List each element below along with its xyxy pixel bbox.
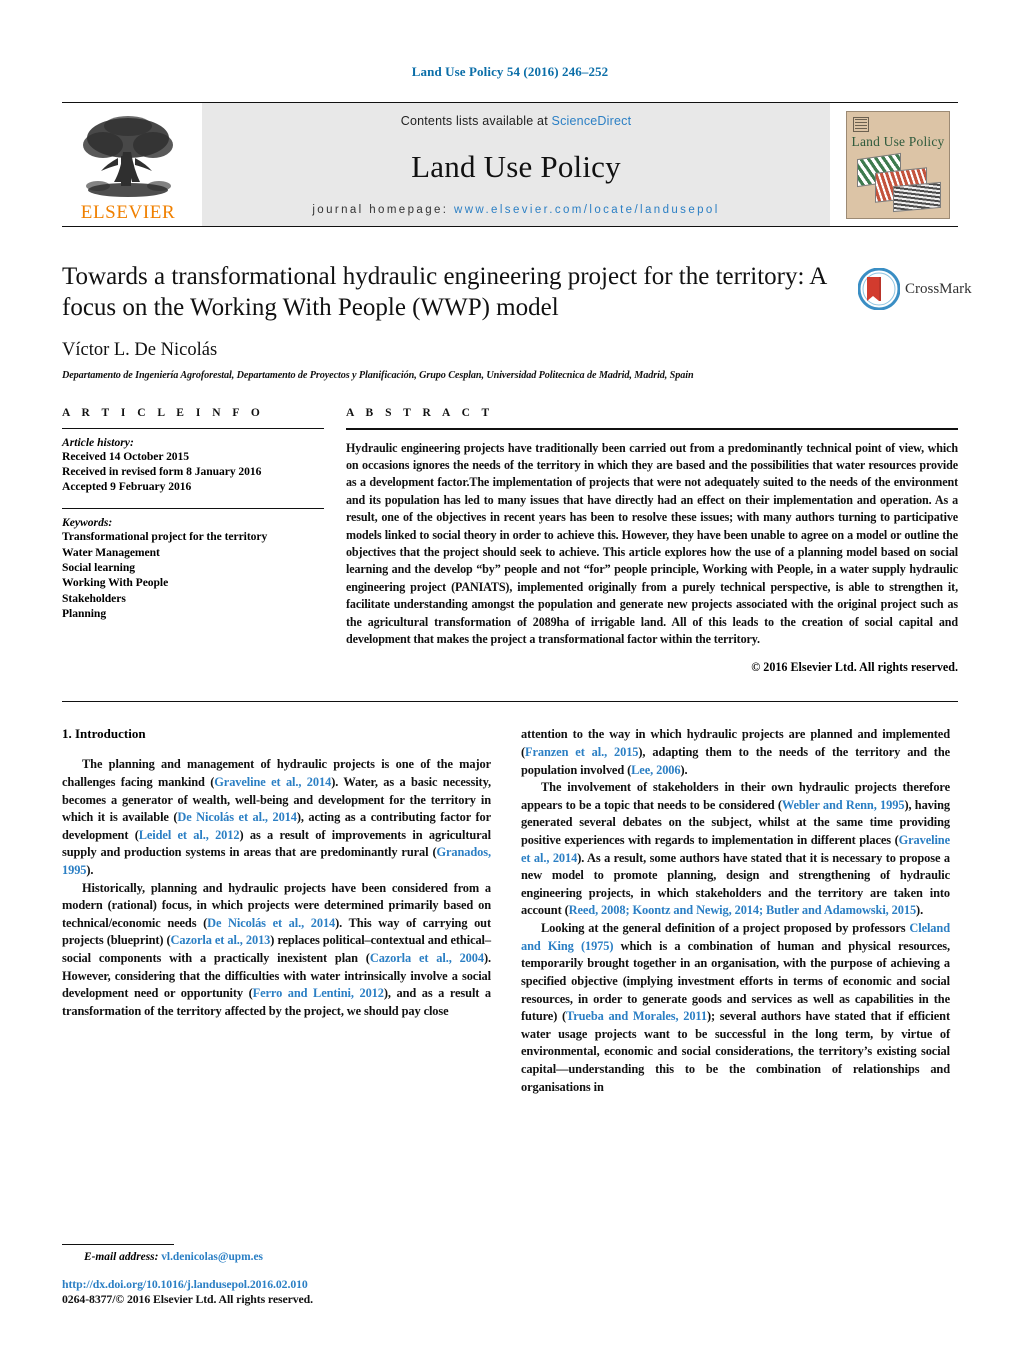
citation-link[interactable]: Cazorla et al., 2004 (370, 951, 484, 965)
journal-header-band: ELSEVIER Contents lists available at Sci… (62, 102, 958, 227)
body-column-right: attention to the way in which hydraulic … (521, 726, 950, 1096)
citation-link[interactable]: Lee, 2006 (631, 763, 680, 777)
journal-center-panel: Contents lists available at ScienceDirec… (202, 103, 830, 226)
journal-title: Land Use Policy (411, 148, 621, 184)
abstract-column: A B S T R A C T Hydraulic engineering pr… (346, 407, 958, 676)
citation-link[interactable]: Graveline et al., 2014 (214, 775, 331, 789)
footnote-rule (62, 1244, 174, 1245)
citation-link[interactable]: Webler and Renn, 1995 (782, 798, 905, 812)
elsevier-tree-icon (73, 112, 183, 204)
keywords-divider (62, 508, 324, 510)
paragraph-text: ). (86, 863, 94, 878)
keyword-item: Stakeholders (62, 591, 126, 605)
paragraph: attention to the way in which hydraulic … (521, 726, 950, 779)
journal-cover-thumbnail: Land Use Policy (838, 103, 958, 226)
article-history-item: Received in revised form 8 January 2016 (62, 464, 262, 478)
cover-publisher-mark-icon (853, 116, 869, 132)
abstract-copyright: © 2016 Elsevier Ltd. All rights reserved… (751, 660, 958, 675)
citation-link[interactable]: Reed, 2008; Koontz and Newig, 2014; Butl… (569, 903, 917, 917)
elsevier-wordmark: ELSEVIER (80, 202, 176, 223)
email-link[interactable]: vl.denicolas@upm.es (161, 1251, 263, 1263)
citation-link[interactable]: Trueba and Morales, 2011 (566, 1009, 707, 1023)
paragraph-text: Looking at the general definition of a p… (541, 921, 910, 936)
page-title: Towards a transformational hydraulic eng… (62, 263, 826, 322)
body-column-left: 1. Introduction The planning and managem… (62, 726, 491, 1096)
keyword-item: Social learning (62, 560, 136, 574)
citation-link[interactable]: Leidel et al., 2012 (139, 828, 240, 842)
article-info-heading: A R T I C L E I N F O (62, 406, 265, 419)
article-page: Land Use Policy 54 (2016) 246–252 ELSEVI… (0, 0, 1020, 1351)
author-list: Víctor L. De Nicolás (62, 339, 218, 360)
elsevier-logo: ELSEVIER (62, 103, 194, 226)
paragraph-text: ). (916, 903, 924, 918)
crossmark-badge[interactable]: CrossMark (857, 263, 972, 315)
info-abstract-section: A R T I C L E I N F O Article history: R… (62, 407, 958, 676)
homepage-prefix: journal homepage: (312, 204, 454, 216)
affiliation: Departamento de Ingeniería Agroforestal,… (62, 369, 694, 381)
paragraph: The involvement of stakeholders in their… (521, 779, 950, 920)
homepage-link[interactable]: www.elsevier.com/locate/landusepol (454, 204, 720, 216)
article-history-label: Article history: (62, 435, 134, 449)
paragraph: The planning and management of hydraulic… (62, 756, 491, 879)
cover-image-grey (893, 181, 941, 212)
issn-copyright-line: 0264-8377/© 2016 Elsevier Ltd. All right… (62, 1292, 313, 1306)
abstract-rule (346, 427, 958, 430)
page-footer: http://dx.doi.org/10.1016/j.landusepol.2… (62, 1277, 582, 1307)
abstract-text: Hydraulic engineering projects have trad… (346, 440, 958, 646)
crossmark-icon (857, 267, 901, 311)
citation-link[interactable]: Cazorla et al., 2013 (171, 933, 271, 947)
body-separator-rule (62, 701, 958, 703)
article-history-item: Accepted 9 February 2016 (62, 480, 192, 494)
keyword-item: Water Management (62, 545, 160, 559)
email-footnote: E-mail address: vl.denicolas@upm.es (62, 1251, 491, 1263)
keyword-item: Planning (62, 606, 107, 620)
title-block: Towards a transformational hydraulic eng… (62, 261, 972, 381)
section-title-introduction: 1. Introduction (62, 726, 146, 742)
sciencedirect-link[interactable]: ScienceDirect (552, 114, 632, 128)
citation-link[interactable]: De Nicolás et al., 2014 (177, 810, 297, 824)
citation-link[interactable]: De Nicolás et al., 2014 (207, 916, 335, 930)
doi-link[interactable]: http://dx.doi.org/10.1016/j.landusepol.2… (62, 1277, 582, 1292)
email-label: E-mail address: (84, 1251, 159, 1263)
citation-link[interactable]: Franzen et al., 2015 (525, 745, 638, 759)
cover-title: Land Use Policy (851, 133, 945, 149)
journal-homepage-line: journal homepage: www.elsevier.com/locat… (312, 204, 719, 216)
article-history-item: Received 14 October 2015 (62, 449, 190, 463)
paragraph: Historically, planning and hydraulic pro… (62, 880, 491, 1021)
paragraph: Looking at the general definition of a p… (521, 920, 950, 1096)
keywords-label: Keywords: (62, 516, 113, 530)
running-head: Land Use Policy 54 (2016) 246–252 (411, 64, 609, 79)
keyword-item: Working With People (62, 576, 169, 590)
footnote-block: E-mail address: vl.denicolas@upm.es (62, 1244, 491, 1263)
contents-available-line: Contents lists available at ScienceDirec… (401, 114, 632, 128)
article-info-column: A R T I C L E I N F O Article history: R… (62, 407, 324, 676)
body-columns: 1. Introduction The planning and managem… (62, 726, 958, 1096)
contents-prefix: Contents lists available at (400, 114, 552, 128)
citation-link[interactable]: Ferro and Lentini, 2012 (253, 986, 384, 1000)
abstract-heading: A B S T R A C T (346, 406, 494, 419)
keyword-item: Transformational project for the territo… (62, 530, 268, 544)
crossmark-label: CrossMark (905, 280, 972, 297)
article-info-rule (62, 427, 324, 429)
paragraph-text: ). (680, 762, 688, 777)
